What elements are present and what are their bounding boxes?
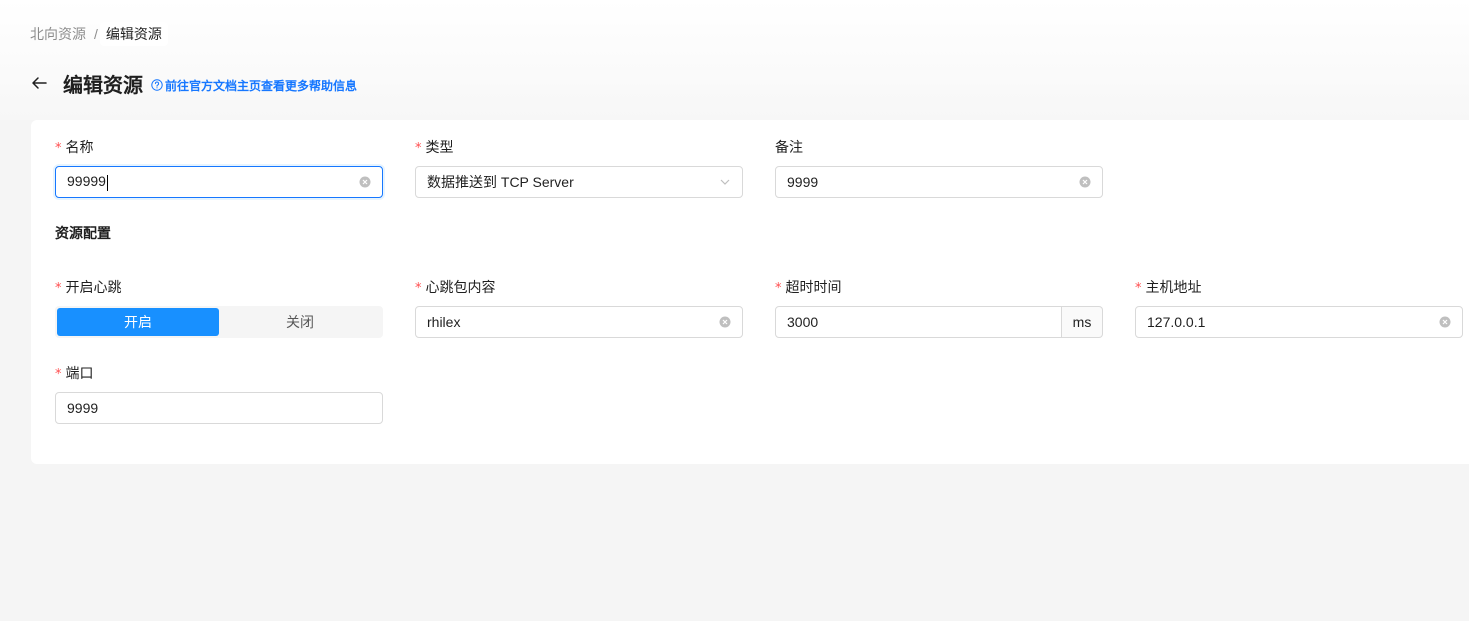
timeout-unit-addon: ms: [1062, 306, 1103, 338]
clear-icon[interactable]: [359, 176, 371, 188]
name-field: * 名称 99999: [55, 136, 383, 198]
name-label: * 名称: [55, 139, 94, 156]
text-caret: [106, 174, 108, 191]
timeout-input[interactable]: 3000: [775, 306, 1062, 338]
host-label: * 主机地址: [1135, 279, 1202, 296]
heartbeat-content-value: rhilex: [427, 314, 461, 330]
type-field: * 类型 数据推送到 TCP Server: [415, 136, 743, 198]
clear-icon[interactable]: [1079, 176, 1091, 188]
breadcrumb-current: 编辑资源: [99, 22, 168, 46]
remark-value: 9999: [787, 174, 819, 190]
heartbeat-on-option[interactable]: 开启: [57, 308, 219, 336]
required-mark: *: [55, 281, 62, 296]
clear-icon[interactable]: [1439, 316, 1451, 328]
port-field: * 端口 9999: [55, 362, 383, 424]
host-value: 127.0.0.1: [1147, 314, 1206, 330]
question-circle-icon: [151, 79, 163, 91]
chevron-down-icon: [720, 179, 730, 185]
port-value: 9999: [67, 400, 99, 416]
host-field: * 主机地址 127.0.0.1: [1135, 276, 1463, 338]
breadcrumb-northbound-resources[interactable]: 北向资源: [24, 24, 92, 44]
heartbeat-field: * 开启心跳 开启 关闭: [55, 276, 383, 338]
timeout-value: 3000: [787, 314, 819, 330]
help-link-text: 前往官方文档主页查看更多帮助信息: [165, 78, 358, 93]
edit-form-card: * 名称 99999 * 类型 数据推送到 TCP Server 备注 9999 资…: [31, 120, 1469, 464]
heartbeat-off-option[interactable]: 关闭: [219, 308, 381, 336]
breadcrumb: 北向资源 / 编辑资源: [24, 22, 168, 46]
required-mark: *: [415, 141, 422, 156]
type-value: 数据推送到 TCP Server: [427, 174, 574, 190]
required-mark: *: [415, 281, 422, 296]
heartbeat-content-input[interactable]: rhilex: [415, 306, 743, 338]
required-mark: *: [1135, 281, 1142, 296]
breadcrumb-separator: /: [94, 26, 98, 42]
timeout-label: * 超时时间: [775, 279, 842, 296]
type-select[interactable]: 数据推送到 TCP Server: [415, 166, 743, 198]
arrow-left-icon: [32, 77, 47, 89]
page-title: 编辑资源: [63, 74, 143, 97]
clear-icon[interactable]: [719, 316, 731, 328]
required-mark: *: [775, 281, 782, 296]
host-input[interactable]: 127.0.0.1: [1135, 306, 1463, 338]
remark-field: 备注 9999: [775, 136, 1103, 198]
type-label: * 类型: [415, 139, 454, 156]
back-button[interactable]: [28, 72, 50, 94]
name-input[interactable]: 99999: [55, 166, 383, 198]
heartbeat-content-label: * 心跳包内容: [415, 279, 496, 296]
remark-input[interactable]: 9999: [775, 166, 1103, 198]
timeout-field: * 超时时间 3000 ms: [775, 276, 1103, 338]
name-value: 99999: [67, 173, 106, 190]
remark-label: 备注: [775, 139, 803, 155]
page-header: 编辑资源 前往官方文档主页查看更多帮助信息: [28, 68, 357, 98]
help-docs-link[interactable]: 前往官方文档主页查看更多帮助信息: [151, 77, 357, 94]
port-input[interactable]: 9999: [55, 392, 383, 424]
top-bar: [0, 0, 1469, 120]
required-mark: *: [55, 367, 62, 382]
section-title-resource-config: 资源配置: [55, 225, 111, 241]
required-mark: *: [55, 141, 62, 156]
timeout-input-group: 3000 ms: [775, 306, 1103, 338]
heartbeat-segmented-control: 开启 关闭: [55, 306, 383, 338]
heartbeat-content-field: * 心跳包内容 rhilex: [415, 276, 743, 338]
heartbeat-label: * 开启心跳: [55, 279, 122, 296]
port-label: * 端口: [55, 365, 94, 382]
